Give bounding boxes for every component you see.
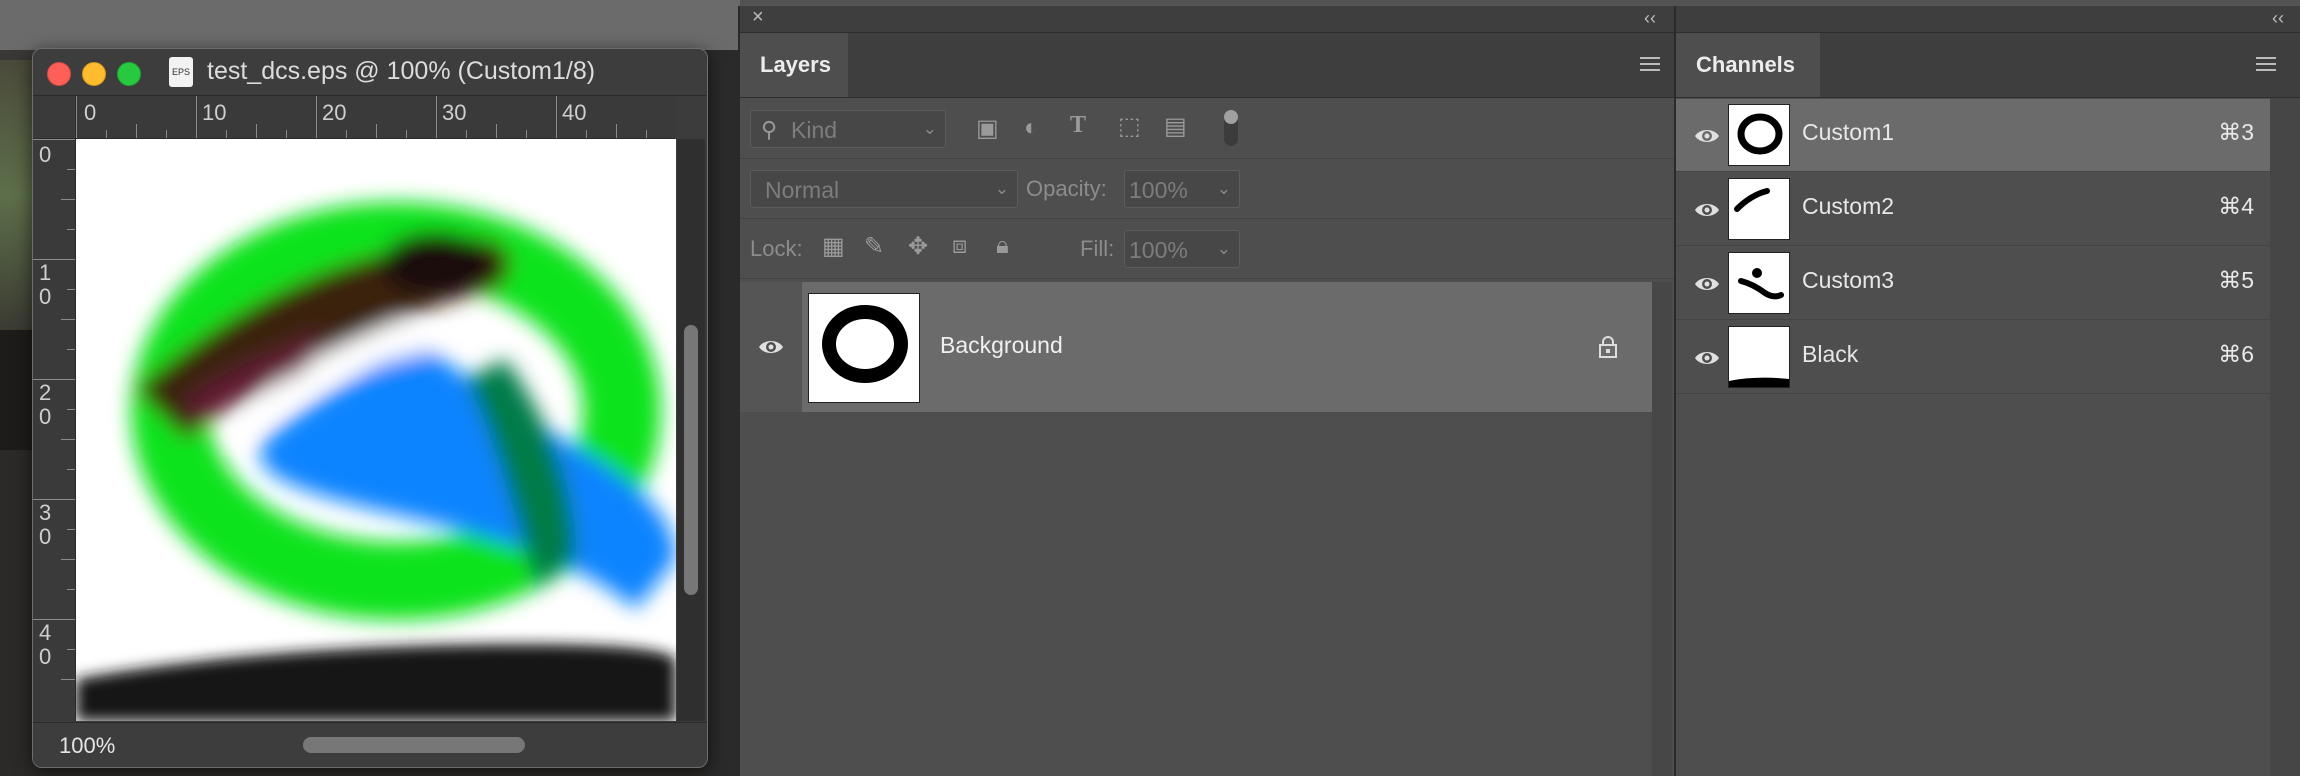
layers-scrollbar[interactable] xyxy=(1652,282,1672,776)
ruler-h-label: 10 xyxy=(202,100,227,125)
layers-panel-header: × ‹‹ xyxy=(740,6,1674,33)
ruler-v-label: 0 xyxy=(39,142,52,167)
channel-shortcut: ⌘3 xyxy=(2218,119,2254,145)
lock-artboard-icon[interactable]: ⧈ xyxy=(952,232,967,260)
chevron-down-icon: ⌄ xyxy=(922,119,937,138)
double-chevron-icon[interactable]: ‹‹ xyxy=(1644,8,1656,29)
channels-panel-header: ‹‹ xyxy=(1676,6,2300,33)
ruler-h-label: 20 xyxy=(322,100,347,125)
tab-layers[interactable]: Layers xyxy=(740,33,848,97)
fill-value: 100% xyxy=(1129,237,1188,263)
horizontal-scroll-thumb[interactable] xyxy=(303,737,525,753)
eye-icon[interactable] xyxy=(1694,197,1720,223)
eye-icon[interactable] xyxy=(1694,345,1720,371)
zoom-level[interactable]: 100% xyxy=(59,733,115,759)
ruler-v-label: 40 xyxy=(39,620,52,669)
opacity-value: 100% xyxy=(1129,177,1188,203)
layer-name: Background xyxy=(940,332,1063,358)
channel-name: Black xyxy=(1802,341,1859,367)
channel-thumbnail xyxy=(1728,252,1790,314)
channel-shortcut: ⌘5 xyxy=(2218,267,2254,293)
channels-tabstrip: Channels xyxy=(1676,33,2300,98)
type-filter-icon[interactable]: T xyxy=(1070,112,1086,139)
ruler-v-label: 10 xyxy=(39,260,52,309)
vertical-scrollbar[interactable] xyxy=(677,139,705,721)
channel-thumbnail xyxy=(1728,104,1790,166)
image-filter-icon[interactable]: ▣ xyxy=(976,114,999,143)
smart-object-filter-icon[interactable]: ▤ xyxy=(1164,112,1187,141)
channel-name: Custom3 xyxy=(1802,267,1895,293)
layers-panel: × ‹‹ Layers ⚲ Kind ⌄ ▣ ◐ T ⬚ ▤ Normal ⌄ … xyxy=(738,6,1674,776)
document-canvas[interactable] xyxy=(76,139,676,721)
lock-transparent-pixels-icon[interactable]: ▦ xyxy=(822,232,845,261)
lock-image-pixels-icon[interactable]: ✎ xyxy=(864,232,884,261)
blend-mode-value: Normal xyxy=(765,177,840,203)
channel-row-custom2[interactable]: Custom2 ⌘4 xyxy=(1676,173,2270,246)
fill-field[interactable]: 100% ⌄ xyxy=(1124,230,1240,268)
layer-row[interactable]: Background xyxy=(802,282,1652,412)
ruler-h-label: 0 xyxy=(84,100,97,125)
channel-shortcut: ⌘4 xyxy=(2218,193,2254,219)
document-window: EPS test_dcs.eps @ 100% (Custom1/8) 0 10… xyxy=(32,48,708,768)
filter-kind-select[interactable]: ⚲ Kind ⌄ xyxy=(750,110,946,148)
adjustment-filter-icon[interactable]: ◐ xyxy=(1024,114,1039,142)
chevron-down-icon: ⌄ xyxy=(1216,239,1231,258)
vertical-ruler[interactable]: 0 10 20 30 40 xyxy=(33,139,76,721)
horizontal-ruler[interactable]: 0 10 20 30 40 xyxy=(76,96,676,139)
ruler-v-label: 20 xyxy=(39,380,52,429)
ruler-v-label: 30 xyxy=(39,500,52,549)
eye-icon[interactable] xyxy=(1694,271,1720,297)
ruler-h-label: 30 xyxy=(442,100,467,125)
channel-thumbnail xyxy=(1728,326,1790,388)
channel-row-black[interactable]: Black ⌘6 xyxy=(1676,321,2270,394)
search-icon: ⚲ xyxy=(761,117,778,142)
eye-icon[interactable] xyxy=(1694,123,1720,149)
document-title: test_dcs.eps @ 100% (Custom1/8) xyxy=(207,57,596,85)
hamburger-menu-icon[interactable] xyxy=(1640,57,1660,71)
double-chevron-icon[interactable]: ‹‹ xyxy=(2272,8,2284,29)
tab-channels[interactable]: Channels xyxy=(1676,33,1820,97)
channels-scrollbar[interactable] xyxy=(2270,98,2300,776)
ruler-origin[interactable] xyxy=(33,96,76,139)
channel-shortcut: ⌘6 xyxy=(2218,341,2254,367)
channel-row-custom1[interactable]: Custom1 ⌘3 xyxy=(1676,99,2270,172)
opacity-label: Opacity: xyxy=(1026,176,1107,201)
lock-label: Lock: xyxy=(750,236,803,261)
vertical-scroll-thumb[interactable] xyxy=(684,325,698,595)
layers-tabstrip: Layers xyxy=(740,33,1674,98)
eye-icon[interactable] xyxy=(758,334,784,360)
window-close-button[interactable] xyxy=(47,62,71,86)
chevron-down-icon: ⌄ xyxy=(994,179,1009,198)
canvas-image xyxy=(76,139,676,721)
window-minimize-button[interactable] xyxy=(82,62,106,86)
lock-icon xyxy=(1599,336,1617,358)
filter-kind-label: Kind xyxy=(791,117,838,143)
lock-position-icon[interactable]: ✥ xyxy=(908,232,928,261)
chevron-down-icon: ⌄ xyxy=(1216,179,1231,198)
channel-thumbnail xyxy=(1728,178,1790,240)
opacity-field[interactable]: 100% ⌄ xyxy=(1124,170,1240,208)
ruler-h-label: 40 xyxy=(562,100,587,125)
channel-name: Custom2 xyxy=(1802,193,1895,219)
channel-name: Custom1 xyxy=(1802,119,1895,145)
fill-label: Fill: xyxy=(1080,236,1115,261)
window-zoom-button[interactable] xyxy=(117,62,141,86)
blend-mode-select[interactable]: Normal ⌄ xyxy=(750,170,1018,208)
filter-toggle[interactable] xyxy=(1224,110,1238,146)
lock-all-icon[interactable]: 🔒︎ xyxy=(996,232,1009,260)
layer-thumbnail xyxy=(808,293,920,403)
hamburger-menu-icon[interactable] xyxy=(2256,57,2276,71)
status-bar: 100% xyxy=(33,722,707,767)
shape-filter-icon[interactable]: ⬚ xyxy=(1118,112,1141,141)
eps-file-icon: EPS xyxy=(169,57,193,87)
channels-panel: ‹‹ Channels Custom1 ⌘3 Custom2 ⌘4 Custom… xyxy=(1674,6,2300,776)
close-icon[interactable]: × xyxy=(752,6,764,29)
document-titlebar[interactable]: EPS test_dcs.eps @ 100% (Custom1/8) xyxy=(33,49,707,96)
channel-row-custom3[interactable]: Custom3 ⌘5 xyxy=(1676,247,2270,320)
